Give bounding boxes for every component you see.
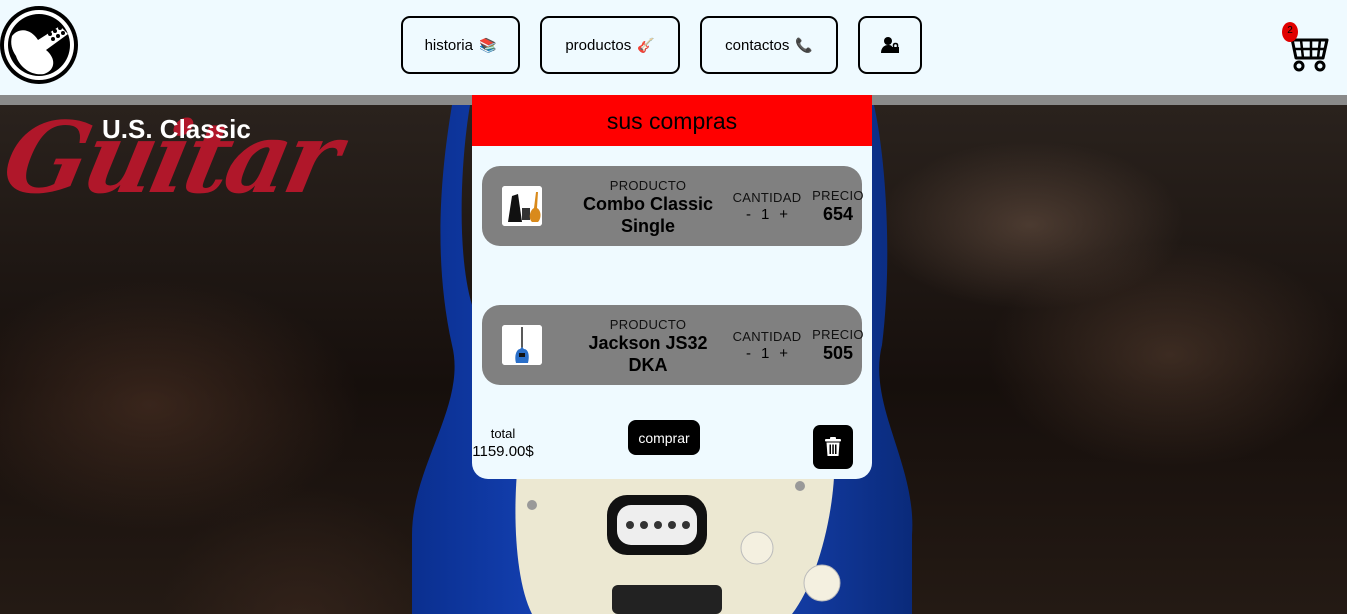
cart-count-badge: 2 (1282, 22, 1298, 42)
price-value: 505 (822, 343, 854, 363)
quantity-label: CANTIDAD (732, 329, 802, 344)
site-header: historia 📚 productos 🎸 contactos 📞 2 (0, 0, 1347, 95)
increase-quantity-button[interactable]: + (779, 206, 788, 223)
cart-total: total 1159.00$ (472, 426, 540, 460)
total-value: 1159.00$ (472, 443, 534, 460)
price-column: PRECIO 654 (812, 188, 864, 225)
brand-title: U.S. Classic (102, 114, 251, 144)
user-login-button[interactable] (858, 16, 922, 74)
guitar-logo-icon[interactable] (0, 6, 78, 84)
guitar-icon: 🎸 (637, 36, 655, 53)
product-thumbnail (502, 186, 542, 226)
phone-icon: 📞 (795, 36, 813, 53)
quantity-label: CANTIDAD (732, 190, 802, 205)
decrease-quantity-button[interactable]: - (746, 206, 751, 223)
nav-contactos-label: contactos (725, 36, 790, 54)
trash-icon (825, 437, 841, 456)
price-label: PRECIO (812, 327, 864, 342)
nav-historia-button[interactable]: historia 📚 (401, 16, 520, 74)
quantity-value: 1 (760, 206, 770, 223)
product-name: Jackson JS32 DKA (588, 333, 708, 375)
price-value: 654 (822, 204, 854, 224)
cart-item: PRODUCTO Combo Classic Single CANTIDAD -… (482, 166, 864, 246)
price-label: PRECIO (812, 188, 864, 203)
product-thumbnail (502, 325, 542, 365)
product-name: Combo Classic Single (582, 194, 714, 236)
decrease-quantity-button[interactable]: - (746, 345, 751, 362)
total-label: total (490, 426, 516, 441)
product-label: PRODUCTO (609, 317, 687, 332)
empty-cart-button[interactable] (813, 425, 853, 469)
nav-contactos-button[interactable]: contactos 📞 (700, 16, 838, 74)
cart-item: PRODUCTO Jackson JS32 DKA CANTIDAD - 1 +… (482, 305, 864, 385)
nav-productos-label: productos (565, 36, 632, 54)
quantity-value: 1 (760, 345, 770, 362)
buy-button[interactable]: comprar (628, 420, 700, 455)
increase-quantity-button[interactable]: + (779, 345, 788, 362)
product-label: PRODUCTO (609, 178, 687, 193)
books-icon: 📚 (478, 36, 497, 53)
product-column: PRODUCTO Combo Classic Single (570, 178, 726, 237)
quantity-column: CANTIDAD - 1 + (732, 190, 802, 223)
cart-panel: sus compras PRODUCTO Combo Classic Singl… (472, 95, 872, 479)
nav-historia-label: historia (424, 36, 473, 54)
nav-productos-button[interactable]: productos 🎸 (540, 16, 680, 74)
price-column: PRECIO 505 (812, 327, 864, 364)
product-column: PRODUCTO Jackson JS32 DKA (570, 317, 726, 376)
cart-panel-title: sus compras (472, 95, 872, 146)
quantity-column: CANTIDAD - 1 + (732, 329, 802, 362)
user-lock-icon (881, 37, 899, 53)
